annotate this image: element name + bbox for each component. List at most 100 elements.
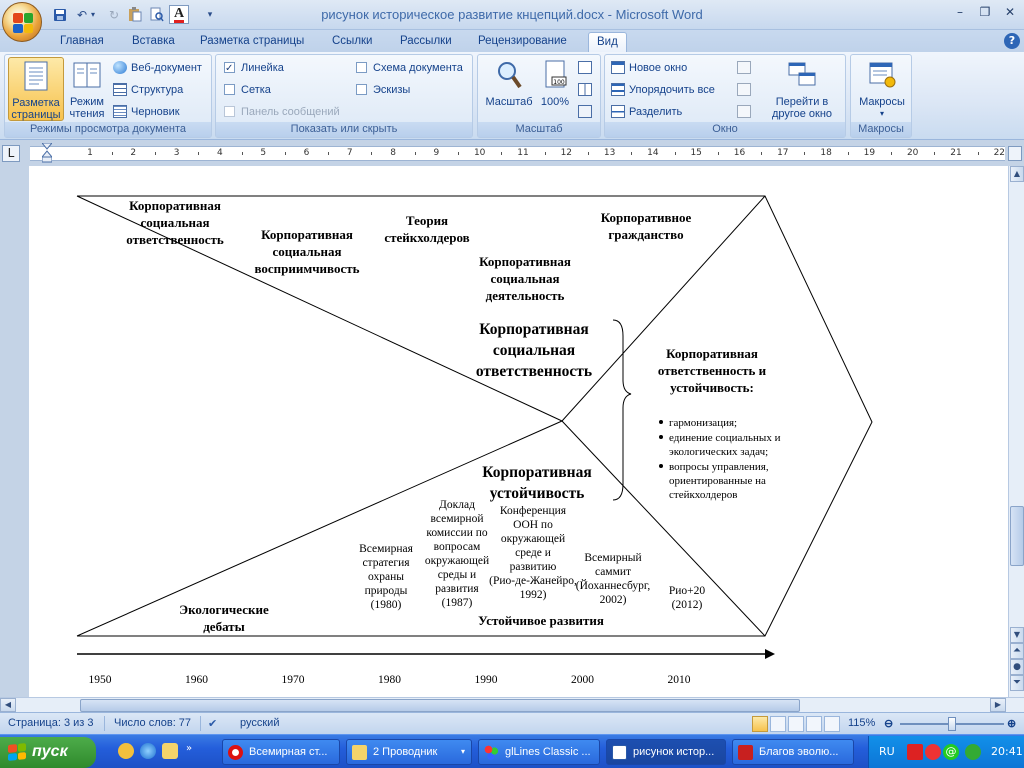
clock[interactable]: 20:41 [991,745,1023,758]
page-width-icon[interactable] [578,103,596,121]
mail-agent-icon[interactable] [118,743,134,759]
switch-windows-button[interactable]: Перейти в другое окно [761,57,843,121]
taskbar: пуск » Всемирная ст... 2 Проводник ▾ glL… [0,734,1024,768]
event-1992-label: Конференция ООН по окружающей среде и развит… [489,505,577,601]
ruler-number: 4 [217,148,223,158]
tab-review[interactable]: Рецензирование [470,32,575,52]
web-layout-button[interactable]: Веб-документ [113,59,202,77]
browse-object-icon[interactable]: ● [1010,659,1024,675]
ruler-tick [587,152,589,155]
ruler-number: 18 [820,148,832,158]
horizontal-scroll-thumb[interactable] [80,699,800,712]
start-button[interactable]: пуск [0,737,96,768]
print-layout-view-icon[interactable] [752,716,768,732]
horizontal-scrollbar[interactable]: ◀ ▶ [0,697,1024,712]
doc-map-checkbox[interactable]: Схема документа [356,59,463,77]
next-page-icon[interactable]: ⏷ [1010,675,1024,691]
draft-view-icon[interactable] [824,716,840,732]
network-tray-icon[interactable] [965,744,981,760]
internet-explorer-icon[interactable] [140,743,156,759]
tab-home[interactable]: Главная [52,32,112,52]
outline-view-icon[interactable] [806,716,822,732]
two-pages-icon[interactable] [578,81,596,99]
tab-insert[interactable]: Вставка [124,32,183,52]
gllines-icon [484,745,499,760]
taskbar-button-gllines[interactable]: glLines Classic ... [478,739,600,765]
ruler-tick [847,152,849,155]
tab-page-layout[interactable]: Разметка страницы [192,32,312,52]
arrange-all-button[interactable]: Упорядочить все [611,81,715,99]
prev-page-icon[interactable]: ⏶ [1010,643,1024,659]
timeline-year-label: 1970 [282,674,305,686]
split-button[interactable]: Разделить [611,103,682,121]
tab-mailings[interactable]: Рассылки [392,32,460,52]
minimize-button[interactable]: – [948,3,972,21]
grid-checkbox[interactable]: Сетка [224,81,271,99]
sync-scroll-icon[interactable] [737,81,755,99]
macros-button[interactable]: Макросы ▾ [853,57,911,121]
reading-mode-button[interactable]: Режим чтения [66,57,108,121]
zoom-level[interactable]: 115% [848,717,875,729]
scroll-left-icon[interactable]: ◀ [0,698,16,712]
vertical-scroll-thumb[interactable] [1010,506,1024,566]
ruler-tick [371,152,373,155]
proofing-icon[interactable]: ✔ [208,717,217,730]
restore-button[interactable]: ❐ [973,3,997,21]
mail-tray-icon[interactable]: @ [943,744,959,760]
input-language[interactable]: RU [879,745,895,758]
web-view-icon[interactable] [788,716,804,732]
taskbar-button-explorer[interactable]: 2 Проводник ▾ [346,739,472,765]
view-ruler-icon[interactable] [1008,146,1022,161]
language-indicator[interactable]: русский [240,717,279,729]
close-button[interactable]: ✕ [998,3,1022,21]
show-hide-group: Линейка Сетка Панель сообщений Схема док… [215,54,473,138]
ruler-number: 10 [473,148,486,158]
page-count[interactable]: Страница: 3 из 3 [8,717,94,729]
ruler-tick [674,152,676,155]
word-doc-icon [612,745,627,760]
ruler-bar: L 1 2 3 4 5 6 7 8 9 10 11 12 13 14 15 16 17 18 19 20 21 22 [0,141,1024,166]
help-icon[interactable]: ? [1004,33,1020,49]
thumbnails-checkbox[interactable]: Эскизы [356,81,410,99]
reading-view-icon[interactable] [770,716,786,732]
taskbar-button-pdf[interactable]: Благов эволю... [732,739,854,765]
horizontal-ruler[interactable]: 1 2 3 4 5 6 7 8 9 10 11 12 13 14 15 16 17 18 19 20 21 22 [30,146,1022,161]
opera-tray-icon[interactable] [925,744,941,760]
antivirus-tray-icon[interactable] [907,744,923,760]
zoom-in-icon[interactable]: ⊕ [1007,717,1016,730]
scroll-up-icon[interactable]: ▲ [1010,166,1024,182]
ruler-checkbox[interactable]: Линейка [224,59,284,78]
one-page-icon[interactable] [578,59,596,77]
bullet-dot-icon [659,435,663,439]
scroll-down-icon[interactable]: ▼ [1010,627,1024,643]
message-bar-checkbox[interactable]: Панель сообщений [224,103,340,121]
tab-stop-selector[interactable]: L [2,145,20,162]
zoom-100-button[interactable]: 100 100% [538,57,572,121]
zoom-out-icon[interactable]: ⊖ [884,717,893,730]
zoom-group-label: Масштаб [478,122,600,137]
vertical-scrollbar[interactable]: ▲ ▼ ⏶ ● ⏷ [1008,166,1024,697]
folder-icon[interactable] [162,743,178,759]
zoom-button[interactable]: Масштаб [480,57,538,121]
ruler-number: 13 [603,148,616,158]
taskbar-button-word-active[interactable]: рисунок истор... [606,739,726,765]
reset-position-icon[interactable] [737,103,755,121]
outline-button[interactable]: Структура [113,81,183,99]
zoom-slider-thumb[interactable] [948,717,956,731]
draft-button[interactable]: Черновик [113,103,180,121]
side-by-side-icon[interactable] [737,59,755,77]
new-window-button[interactable]: Новое окно [611,59,687,77]
document-page[interactable]: Корпоративная социальная ответственность К… [29,166,1008,697]
taskbar-button-opera[interactable]: Всемирная ст... [222,739,340,765]
scroll-right-icon[interactable]: ▶ [990,698,1006,712]
system-tray: RU @ 20:41 [868,736,1024,768]
right-title-label: Корпоративная ответственность и устойчивос… [658,346,767,395]
office-button[interactable] [2,2,42,42]
tab-view[interactable]: Вид [588,32,627,52]
quicklaunch-more-icon[interactable]: » [186,743,192,754]
responsiveness-label: Корпоративная социальная восприимчивость [254,227,359,276]
word-count[interactable]: Число слов: 77 [114,717,191,729]
indent-marker-icon[interactable] [42,143,52,163]
tab-references[interactable]: Ссылки [324,32,381,52]
print-layout-button[interactable]: Разметка страницы [8,57,64,121]
